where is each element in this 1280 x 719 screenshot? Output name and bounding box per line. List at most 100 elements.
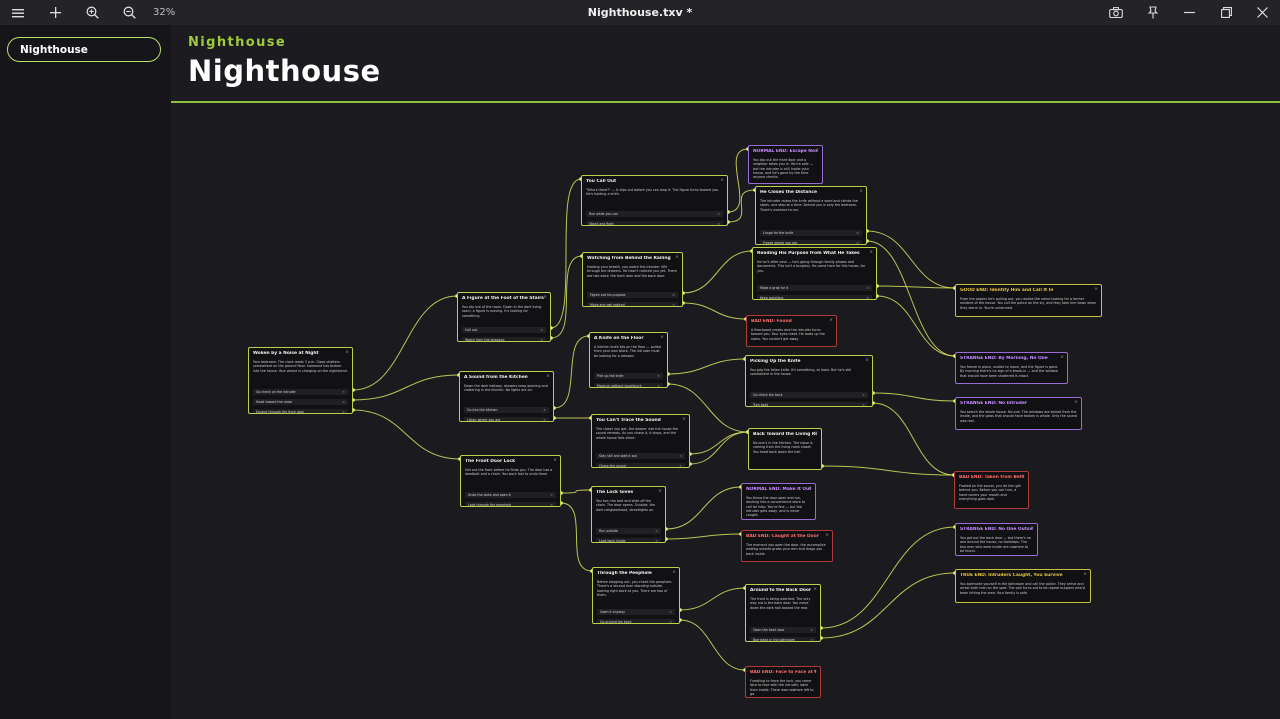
story-node[interactable]: STRANGE END: By Morning, No One × You free…	[955, 352, 1068, 384]
remove-choice-icon[interactable]: ×	[540, 327, 543, 333]
story-node[interactable]: Watching from Behind the Railing × Holding…	[582, 252, 683, 307]
camera-icon[interactable]	[1101, 0, 1131, 25]
story-node[interactable]: A Figure at the Foot of the Stairs × You s…	[457, 292, 551, 342]
remove-choice-icon[interactable]: ×	[810, 627, 813, 633]
menu-icon[interactable]	[3, 0, 33, 25]
choice-row[interactable]: Watch from the shadows ×	[462, 337, 546, 341]
choice-row[interactable]: Look through the peephole ×	[465, 502, 556, 506]
remove-choice-icon[interactable]: ×	[655, 528, 658, 534]
choice-row[interactable]: Stand and fight ×	[586, 221, 723, 225]
remove-choice-icon[interactable]: ×	[342, 409, 345, 413]
close-icon[interactable]: ×	[553, 458, 557, 464]
remove-choice-icon[interactable]: ×	[866, 295, 869, 299]
choice-row[interactable]: Lunge for the knife ×	[760, 230, 862, 236]
story-node[interactable]: NORMAL END: Escape Next Do×You slip out …	[748, 145, 823, 184]
remove-choice-icon[interactable]: ×	[342, 389, 345, 395]
story-node[interactable]: BAD END: Caught at the Door × The moment y…	[741, 530, 833, 562]
close-icon[interactable]: ×	[859, 189, 863, 195]
choice-row[interactable]: Pick up the knife ×	[594, 373, 663, 379]
remove-choice-icon[interactable]: ×	[342, 399, 345, 405]
story-node[interactable]: The Lock Gives × You turn the bolt and sli…	[591, 486, 666, 543]
story-node[interactable]: Through the Peephole × Before stepping out…	[592, 567, 680, 624]
close-icon[interactable]: ×	[829, 318, 833, 324]
story-node[interactable]: BAD END: Found × A floorboard creaks and t…	[746, 315, 837, 347]
choice-row[interactable]: Chase the sound ×	[596, 463, 685, 467]
story-graph-canvas[interactable]: Woken by a Noise at Night × Your bedroom. …	[171, 103, 1280, 719]
close-icon[interactable]: ×	[672, 570, 676, 576]
choice-row[interactable]: Keep watching ×	[757, 295, 872, 299]
choice-row[interactable]: Go check the back ×	[750, 392, 868, 398]
story-node[interactable]: You Can't Trace the Sound × The closer you…	[591, 414, 690, 468]
story-node[interactable]: BAD END: Face to Face at the E× Fumbling …	[745, 666, 821, 698]
story-node[interactable]: NORMAL END: Make It Outside×You throw th…	[741, 483, 816, 520]
remove-choice-icon[interactable]: ×	[862, 402, 865, 406]
remove-choice-icon[interactable]: ×	[543, 407, 546, 413]
story-node[interactable]: GOOD END: Identify Him and Call It In × Fr…	[955, 284, 1102, 317]
choice-row[interactable]: Escape through the front door ×	[253, 409, 348, 413]
choice-row[interactable]: Move and get noticed ×	[587, 302, 678, 306]
story-node[interactable]: A Knife on the Floor × A kitchen knife lie…	[589, 332, 668, 388]
close-icon[interactable]: ×	[869, 250, 873, 256]
remove-choice-icon[interactable]: ×	[717, 221, 720, 225]
remove-choice-icon[interactable]: ×	[657, 383, 660, 387]
remove-choice-icon[interactable]: ×	[717, 211, 720, 217]
choice-row[interactable]: Run outside ×	[596, 528, 661, 534]
story-node[interactable]: He Closes the Distance × The intruder rais…	[755, 186, 867, 245]
choice-row[interactable]: Stay still and wait it out ×	[596, 453, 685, 459]
choice-row[interactable]: Turn back ×	[750, 402, 868, 406]
remove-choice-icon[interactable]: ×	[856, 240, 859, 244]
close-icon[interactable]: ×	[675, 255, 679, 261]
close-icon[interactable]: ×	[1083, 572, 1087, 578]
choice-row[interactable]: Make a grab for it ×	[757, 285, 872, 291]
remove-choice-icon[interactable]: ×	[669, 609, 672, 615]
close-icon[interactable]: ×	[825, 533, 829, 539]
story-node[interactable]: Back Toward the Living Room×No one's in …	[748, 428, 822, 470]
close-icon[interactable]: ×	[682, 417, 686, 423]
remove-choice-icon[interactable]: ×	[856, 230, 859, 236]
close-icon[interactable]: ×	[1021, 474, 1025, 480]
choice-row[interactable]: Undo the locks and open it ×	[465, 492, 556, 498]
zoom-out-icon[interactable]	[114, 0, 144, 25]
remove-choice-icon[interactable]: ×	[866, 285, 869, 291]
restore-icon[interactable]	[1211, 0, 1241, 25]
story-node[interactable]: STRANGE END: No Intruder × You search the …	[955, 397, 1082, 430]
choice-row[interactable]: Go into the kitchen ×	[464, 407, 549, 413]
story-node[interactable]: BAD END: Taken from Behind × Fixated on th…	[954, 471, 1029, 509]
remove-choice-icon[interactable]: ×	[550, 492, 553, 498]
plus-icon[interactable]	[40, 0, 70, 25]
close-icon[interactable]: ×	[1094, 287, 1098, 293]
close-icon[interactable]: ×	[1074, 400, 1078, 406]
remove-choice-icon[interactable]: ×	[810, 637, 813, 641]
choice-row[interactable]: Look back inside ×	[596, 538, 661, 542]
story-node[interactable]: STRANGE END: No One Outside × You got out …	[955, 523, 1038, 556]
remove-choice-icon[interactable]: ×	[672, 292, 675, 298]
remove-choice-icon[interactable]: ×	[669, 619, 672, 623]
remove-choice-icon[interactable]: ×	[862, 392, 865, 398]
remove-choice-icon[interactable]: ×	[655, 538, 658, 542]
story-node[interactable]: A Sound from the Kitchen × Down the dark h…	[459, 371, 554, 422]
story-node[interactable]: Around to the Back Door × The front is bei…	[745, 584, 821, 642]
story-node[interactable]: The Front Door Lock × Get out the front be…	[460, 455, 561, 507]
choice-row[interactable]: Head toward the noise ×	[253, 399, 348, 405]
choice-row[interactable]: Open it anyway ×	[597, 609, 675, 615]
close-icon[interactable]: ×	[815, 148, 819, 154]
minimize-icon[interactable]	[1174, 0, 1204, 25]
close-icon[interactable]: ×	[808, 486, 812, 492]
close-icon[interactable]: ×	[1060, 355, 1064, 361]
choice-row[interactable]: Barricade in the bathroom ×	[750, 637, 816, 641]
remove-choice-icon[interactable]: ×	[540, 337, 543, 341]
story-node[interactable]: Woken by a Noise at Night × Your bedroom. …	[248, 347, 353, 414]
choice-row[interactable]: Go around the back ×	[597, 619, 675, 623]
close-icon[interactable]: ×	[720, 178, 724, 184]
close-icon[interactable]: ×	[543, 295, 547, 301]
close-icon[interactable]: ×	[813, 669, 817, 675]
choice-row[interactable]: Figure out his purpose ×	[587, 292, 678, 298]
pin-icon[interactable]	[1138, 0, 1168, 25]
remove-choice-icon[interactable]: ×	[672, 302, 675, 306]
story-node[interactable]: You Call Out × "Who's there?" — It slips o…	[581, 175, 728, 226]
choice-row[interactable]: Open the back door ×	[750, 627, 816, 633]
remove-choice-icon[interactable]: ×	[550, 502, 553, 506]
sidebar-item-nighthouse[interactable]: Nighthouse	[7, 37, 161, 62]
remove-choice-icon[interactable]: ×	[679, 463, 682, 467]
story-node[interactable]: Reading His Purpose from What He Takes × H…	[752, 247, 877, 300]
